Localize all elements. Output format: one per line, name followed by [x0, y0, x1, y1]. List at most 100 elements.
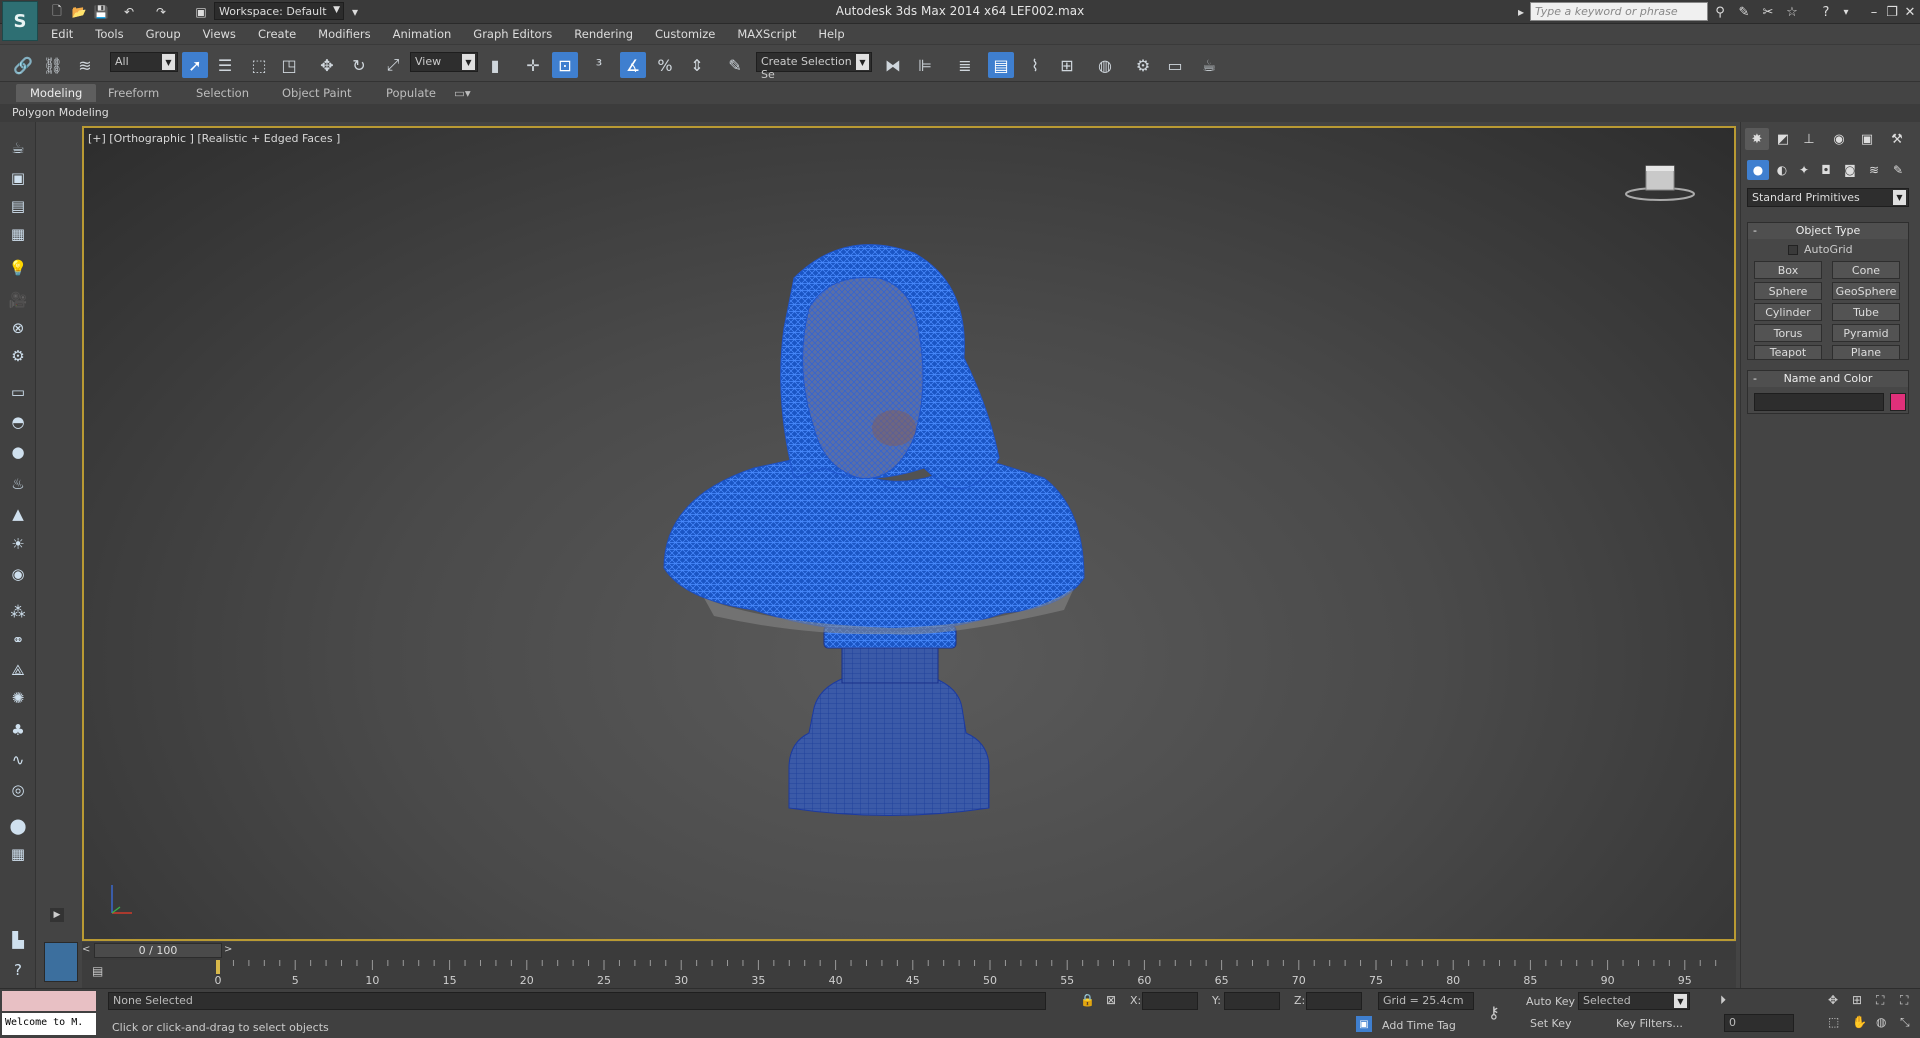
viewport-layout-icon[interactable] [44, 942, 78, 982]
menu-maxscript[interactable]: MAXScript [726, 27, 807, 41]
sphere-icon[interactable]: ● [5, 440, 31, 464]
geometry-icon[interactable]: ● [1747, 160, 1769, 180]
menu-customize[interactable]: Customize [644, 27, 726, 41]
render-production-icon[interactable]: ☕ [1196, 52, 1222, 78]
close-icon[interactable]: ✕ [1900, 3, 1920, 21]
bust-wireframe-mesh[interactable] [644, 238, 1144, 838]
tab-object-paint[interactable]: Object Paint [268, 84, 366, 102]
modify-tab-icon[interactable]: ◩ [1771, 128, 1795, 150]
light-bulb-icon[interactable]: 💡 [5, 256, 31, 280]
redo-icon[interactable]: ↷ [152, 3, 170, 21]
menu-edit[interactable]: Edit [40, 27, 84, 41]
cylinder-button[interactable]: Cylinder [1754, 303, 1822, 321]
teapot-button[interactable]: Teapot [1754, 345, 1822, 360]
select-manipulate-icon[interactable]: ✛ [520, 52, 546, 78]
window-crossing-icon[interactable]: ◳ [276, 52, 302, 78]
object-type-header[interactable]: - Object Type [1748, 223, 1908, 239]
pan-hand-icon[interactable]: ✋ [1852, 1015, 1867, 1029]
display-tab-icon[interactable]: ▣ [1855, 128, 1879, 150]
y-coordinate-field[interactable] [1224, 992, 1280, 1010]
object-color-swatch[interactable] [1890, 393, 1906, 411]
viewport-label[interactable]: [+] [Orthographic ] [Realistic + Edged F… [88, 132, 340, 145]
restore-icon[interactable]: ❐ [1882, 3, 1902, 21]
add-time-tag[interactable]: Add Time Tag [1382, 1019, 1456, 1032]
material-editor-icon[interactable]: ◍ [1092, 52, 1118, 78]
geosphere-button[interactable]: GeoSphere [1832, 282, 1900, 300]
select-object-icon[interactable]: ➚ [182, 52, 208, 78]
maxscript-listener-pink[interactable] [2, 991, 96, 1011]
time-slider[interactable]: < 0 / 100 > [82, 942, 1736, 960]
torus-button[interactable]: Torus [1754, 324, 1822, 342]
select-and-scale-icon[interactable]: ⤢ [380, 52, 406, 78]
cone-icon[interactable]: ▲ [5, 502, 31, 526]
box-button[interactable]: Box [1754, 261, 1822, 279]
material-sphere-icon[interactable]: ⬤ [5, 814, 31, 838]
autogrid-checkbox[interactable] [1788, 245, 1798, 255]
name-and-color-header[interactable]: - Name and Color [1748, 371, 1908, 387]
systems-icon[interactable]: ✎ [1887, 160, 1909, 180]
search-input[interactable]: Type a keyword or phrase [1530, 2, 1708, 21]
help-dropdown-icon[interactable]: ▾ [1836, 3, 1856, 21]
shell-icon[interactable]: ◎ [5, 778, 31, 802]
foliage-icon[interactable]: ♣ [5, 718, 31, 742]
teapot-create-icon[interactable]: ☕ [5, 136, 31, 160]
mirror-icon[interactable]: ⧓ [880, 52, 906, 78]
named-selection-set-dropdown[interactable]: Create Selection Se ▼ [756, 52, 872, 81]
plane-button[interactable]: Plane [1832, 345, 1900, 360]
motion-tab-icon[interactable]: ◉ [1827, 128, 1851, 150]
zoom-icon[interactable]: ✥ [1828, 993, 1838, 1007]
grid-table-icon[interactable]: ▦ [5, 842, 31, 866]
lights-icon[interactable]: ✦ [1793, 160, 1815, 180]
system-icon[interactable]: ⚙ [5, 344, 31, 368]
ball-icon[interactable]: ◉ [5, 562, 31, 586]
x-coordinate-field[interactable] [1142, 992, 1198, 1010]
cone-button[interactable]: Cone [1832, 261, 1900, 279]
workspace-dropdown[interactable]: Workspace: Default ▼ [214, 2, 344, 20]
shapes-icon[interactable]: ◐ [1771, 160, 1793, 180]
object-name-input[interactable] [1754, 393, 1884, 411]
track-bar[interactable]: ▤ 0 5 10 15 20 25 30 35 40 45 50 55 60 65 70 75 80 85 90 95… [82, 960, 1736, 988]
menu-views[interactable]: Views [192, 27, 247, 41]
viewport-orthographic[interactable]: [+] [Orthographic ] [Realistic + Edged F… [82, 126, 1736, 941]
maximize-viewport-icon[interactable]: ⤡ [1900, 1015, 1910, 1030]
render-frame-icon[interactable]: ▣ [5, 166, 31, 190]
tab-populate[interactable]: Populate [372, 84, 450, 102]
sun-icon[interactable]: ☀ [5, 532, 31, 556]
expand-arrow-icon[interactable]: ▶ [50, 908, 64, 922]
utilities-tab-icon[interactable]: ⚒ [1885, 128, 1909, 150]
rendered-frame-window-icon[interactable]: ▭ [1162, 52, 1188, 78]
edit-named-selection-icon[interactable]: ✎ [722, 52, 748, 78]
layer-manager-icon[interactable]: ≣ [952, 52, 978, 78]
orbit-icon[interactable]: ◍ [1876, 1015, 1886, 1029]
helpers-icon[interactable]: ◙ [1839, 160, 1861, 180]
minimize-icon[interactable]: – [1864, 3, 1884, 21]
zoom-extents-all-icon[interactable]: ⛶ [1900, 993, 1908, 1008]
dynamics-icon[interactable]: ⚭ [5, 628, 31, 652]
layer-stack-icon[interactable]: ▙ [5, 928, 31, 952]
absolute-mode-icon[interactable]: ⊠ [1106, 993, 1116, 1007]
viewcube[interactable] [1622, 160, 1698, 204]
menu-help[interactable]: Help [807, 27, 855, 41]
bind-space-warp-icon[interactable]: ≋ [72, 52, 98, 78]
cameras-icon[interactable]: ◘ [1815, 160, 1837, 180]
particles-icon[interactable]: ⁂ [5, 600, 31, 624]
hierarchy-tab-icon[interactable]: ⊥ [1797, 128, 1821, 150]
align-icon[interactable]: ⊫ [912, 52, 938, 78]
time-slider-thumb[interactable]: 0 / 100 [94, 943, 222, 958]
mesh-icon[interactable]: ⟁ [5, 658, 31, 682]
pyramid-button[interactable]: Pyramid [1832, 324, 1900, 342]
selection-lock-icon[interactable]: 🔒 [1080, 993, 1095, 1007]
current-frame-field[interactable]: 0 [1724, 1014, 1794, 1032]
spinner-snap-icon[interactable]: ⇕ [684, 52, 710, 78]
graphite-ribbon-toggle-icon[interactable]: ▤ [988, 52, 1014, 78]
open-file-icon[interactable]: 📂 [70, 3, 88, 21]
z-coordinate-field[interactable] [1306, 992, 1362, 1010]
menu-group[interactable]: Group [135, 27, 192, 41]
menu-graph-editors[interactable]: Graph Editors [462, 27, 563, 41]
help-icon[interactable]: ? [1816, 3, 1836, 21]
new-file-icon[interactable]: 🗋 [48, 3, 66, 21]
primitive-category-dropdown[interactable]: Standard Primitives ▼ [1747, 188, 1909, 207]
prev-frame-icon[interactable]: < [82, 944, 92, 958]
zoom-all-icon[interactable]: ⊞ [1852, 993, 1862, 1007]
snaps-toggle-icon[interactable]: ³ [586, 52, 612, 78]
